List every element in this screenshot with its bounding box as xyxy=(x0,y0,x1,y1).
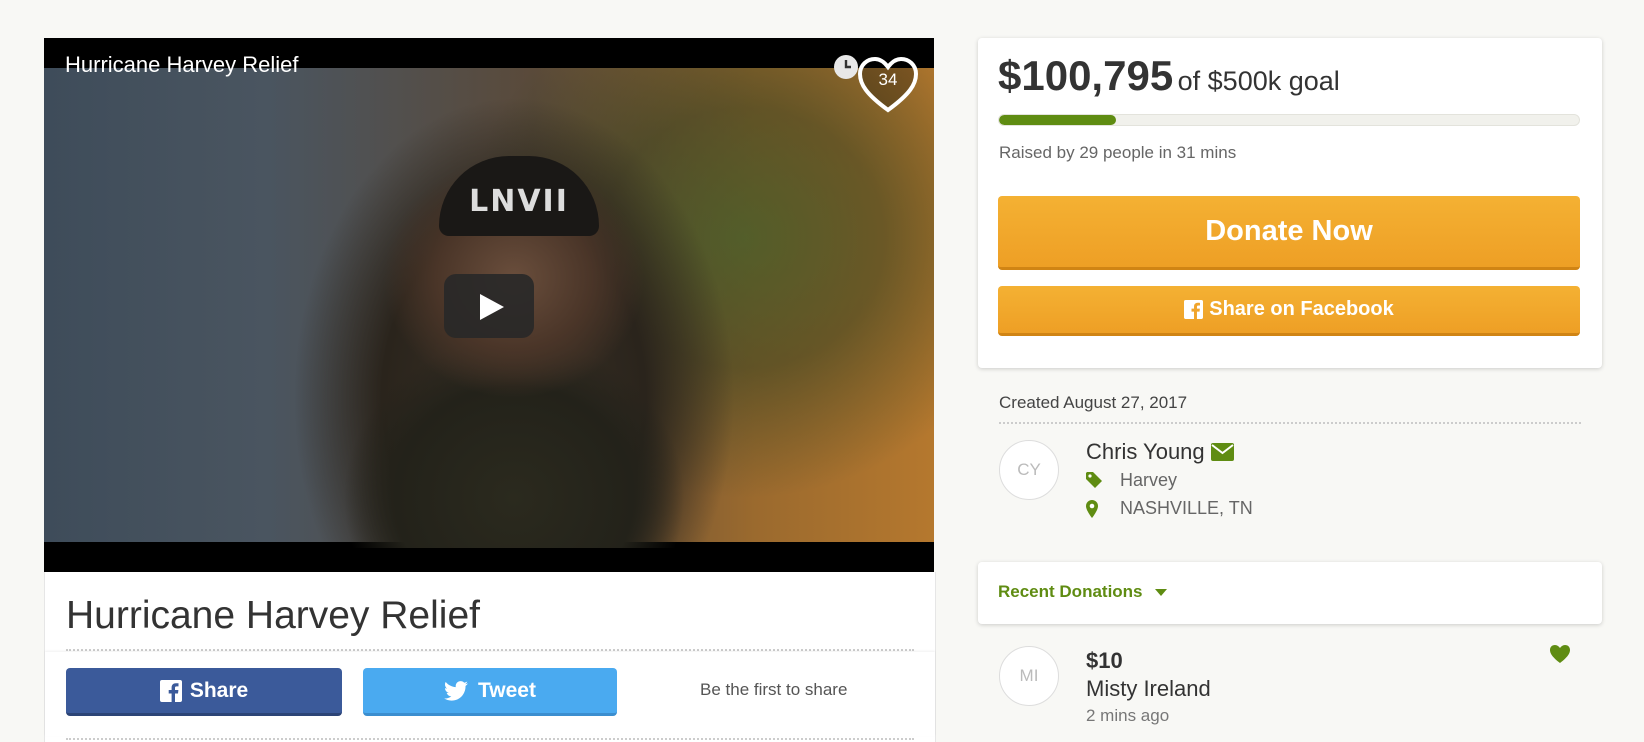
heart-icon[interactable] xyxy=(1549,644,1571,664)
category-label[interactable]: Harvey xyxy=(1120,470,1177,491)
divider xyxy=(999,422,1581,424)
location-row: NASHVILLE, TN xyxy=(1086,498,1253,519)
raised-summary: $100,795 of $500k goal xyxy=(998,52,1340,100)
recent-donations-toggle[interactable]: Recent Donations xyxy=(998,582,1167,602)
share-bar: Share Tweet Be the first to share xyxy=(45,652,935,736)
twitter-icon xyxy=(444,680,469,701)
raised-by-text: Raised by 29 people in 31 mins xyxy=(999,143,1237,162)
envelope-icon[interactable] xyxy=(1210,443,1234,461)
tag-icon xyxy=(1086,472,1102,488)
donation-amount: $10 xyxy=(1086,648,1123,673)
progress-fill xyxy=(999,115,1116,125)
heart-count: 34 xyxy=(878,70,898,89)
facebook-share-button[interactable]: Share xyxy=(66,668,342,716)
facebook-icon xyxy=(159,679,182,702)
share-count-text: Be the first to share xyxy=(700,680,848,699)
share-on-facebook-button[interactable]: Share on Facebook xyxy=(998,286,1580,336)
tweet-button[interactable]: Tweet xyxy=(363,668,617,716)
video-player[interactable]: LNVII Hurricane Harvey Relief 34 xyxy=(44,38,934,572)
video-title: Hurricane Harvey Relief xyxy=(65,52,299,77)
play-button[interactable] xyxy=(444,274,534,338)
donor-avatar: MI xyxy=(999,646,1059,706)
campaign-card: Hurricane Harvey Relief Share Tweet Be t… xyxy=(44,572,936,742)
goal-text: of $500k goal xyxy=(1177,66,1340,96)
progress-bar xyxy=(998,114,1580,126)
play-icon xyxy=(480,294,504,320)
caret-down-icon xyxy=(1154,588,1167,596)
divider xyxy=(66,649,914,651)
category-row: Harvey xyxy=(1086,470,1177,491)
share-on-facebook-label: Share on Facebook xyxy=(1209,298,1394,320)
campaign-title: Hurricane Harvey Relief xyxy=(66,594,480,637)
raised-amount: $100,795 xyxy=(998,52,1174,99)
location-label: NASHVILLE, TN xyxy=(1120,498,1253,518)
organizer-name-row: Chris Young xyxy=(1086,439,1234,465)
map-pin-icon xyxy=(1086,499,1098,518)
facebook-icon xyxy=(1184,300,1204,319)
recent-donations-label: Recent Donations xyxy=(998,582,1143,601)
recent-donations-card: Recent Donations xyxy=(978,562,1602,624)
cap-logo-text: LNVII xyxy=(469,184,569,219)
donor-name: Misty Ireland xyxy=(1086,676,1211,701)
organizer-avatar: CY xyxy=(999,440,1059,500)
donate-now-button[interactable]: Donate Now xyxy=(998,196,1580,270)
facebook-share-label: Share xyxy=(189,678,249,702)
organizer-name[interactable]: Chris Young xyxy=(1086,439,1205,465)
divider xyxy=(66,738,914,740)
tweet-label: Tweet xyxy=(478,678,536,702)
donation-card: $100,795 of $500k goal Raised by 29 peop… xyxy=(978,38,1602,368)
donation-time: 2 mins ago xyxy=(1086,706,1170,725)
created-date: Created August 27, 2017 xyxy=(999,393,1188,412)
